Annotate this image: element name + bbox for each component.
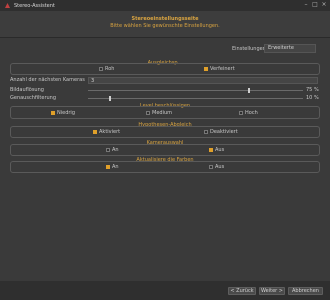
checkbox-roh[interactable]	[99, 67, 103, 71]
checkbox-deaktiviert[interactable]	[204, 130, 208, 134]
checkbox-colors-an[interactable]	[106, 165, 110, 169]
hypothesis-group: Aktiviert Deaktiviert	[10, 126, 320, 138]
filter-slider-handle[interactable]	[108, 96, 111, 101]
checkbox-verfeinert[interactable]	[204, 67, 208, 71]
window-title: Stereo-Assistent	[14, 2, 55, 9]
stereo-assistant-window: Stereo-Assistent – □ × Stereoeinstellung…	[0, 0, 330, 300]
colors-group: An Aus	[10, 161, 320, 173]
back-button[interactable]: < Zurück	[228, 287, 256, 295]
camera-filter-group: An Aus	[10, 144, 320, 156]
page-subtitle: Bitte wählen Sie gewünschte Einstellunge…	[110, 23, 220, 29]
checkbox-hoch[interactable]	[239, 111, 243, 115]
checkbox-camera-an[interactable]	[106, 148, 110, 152]
option-verfeinert[interactable]: Verfeinert	[204, 66, 235, 72]
checkbox-medium[interactable]	[146, 111, 150, 115]
checkbox-aktiviert[interactable]	[93, 130, 97, 134]
titlebar: Stereo-Assistent – □ ×	[0, 0, 330, 11]
checkbox-camera-aus[interactable]	[209, 148, 213, 152]
resolution-value: 75 %	[306, 87, 319, 93]
page-header: Stereoeinstellungsseite Bitte wählen Sie…	[0, 11, 330, 38]
filter-label: Genauschfilterung	[10, 95, 57, 101]
checkbox-niedrig[interactable]	[51, 111, 55, 115]
option-medium[interactable]: Medium	[146, 110, 172, 116]
level-group: Niedrig Medium Hoch	[10, 106, 320, 119]
option-roh[interactable]: Roh	[99, 66, 114, 72]
filter-value: 10 %	[306, 95, 319, 101]
maximize-icon[interactable]: □	[312, 2, 318, 8]
option-colors-aus[interactable]: Aus	[209, 164, 224, 170]
settings-value: Erweiterte	[268, 45, 294, 51]
app-icon	[4, 2, 11, 9]
option-camera-aus[interactable]: Aus	[209, 147, 224, 153]
resolution-slider-handle[interactable]	[248, 88, 251, 93]
option-hoch[interactable]: Hoch	[239, 110, 258, 116]
arrangement-group: Roh Verfeinert	[10, 63, 320, 75]
cameras-label: Anzahl der nächsten Kameras	[10, 77, 85, 83]
close-icon[interactable]: ×	[321, 2, 327, 8]
option-niedrig[interactable]: Niedrig	[51, 110, 75, 116]
resolution-label: Bildauflösung	[10, 87, 44, 93]
option-deaktiviert[interactable]: Deaktiviert	[204, 129, 238, 135]
page-title: Stereoeinstellungsseite	[131, 16, 199, 22]
resolution-slider[interactable]	[88, 88, 303, 93]
option-colors-an[interactable]: An	[106, 164, 119, 170]
filter-slider[interactable]	[88, 96, 303, 101]
minimize-icon[interactable]: –	[303, 2, 309, 8]
cameras-input[interactable]: 3	[88, 77, 318, 84]
footer: < Zurück Weiter > Abbrechen	[0, 281, 330, 300]
next-button[interactable]: Weiter >	[259, 287, 285, 295]
checkbox-colors-aus[interactable]	[209, 165, 213, 169]
cancel-button[interactable]: Abbrechen	[288, 287, 323, 295]
option-camera-an[interactable]: An	[106, 147, 119, 153]
settings-dropdown[interactable]: Erweiterte	[264, 44, 316, 53]
option-aktiviert[interactable]: Aktiviert	[93, 129, 120, 135]
